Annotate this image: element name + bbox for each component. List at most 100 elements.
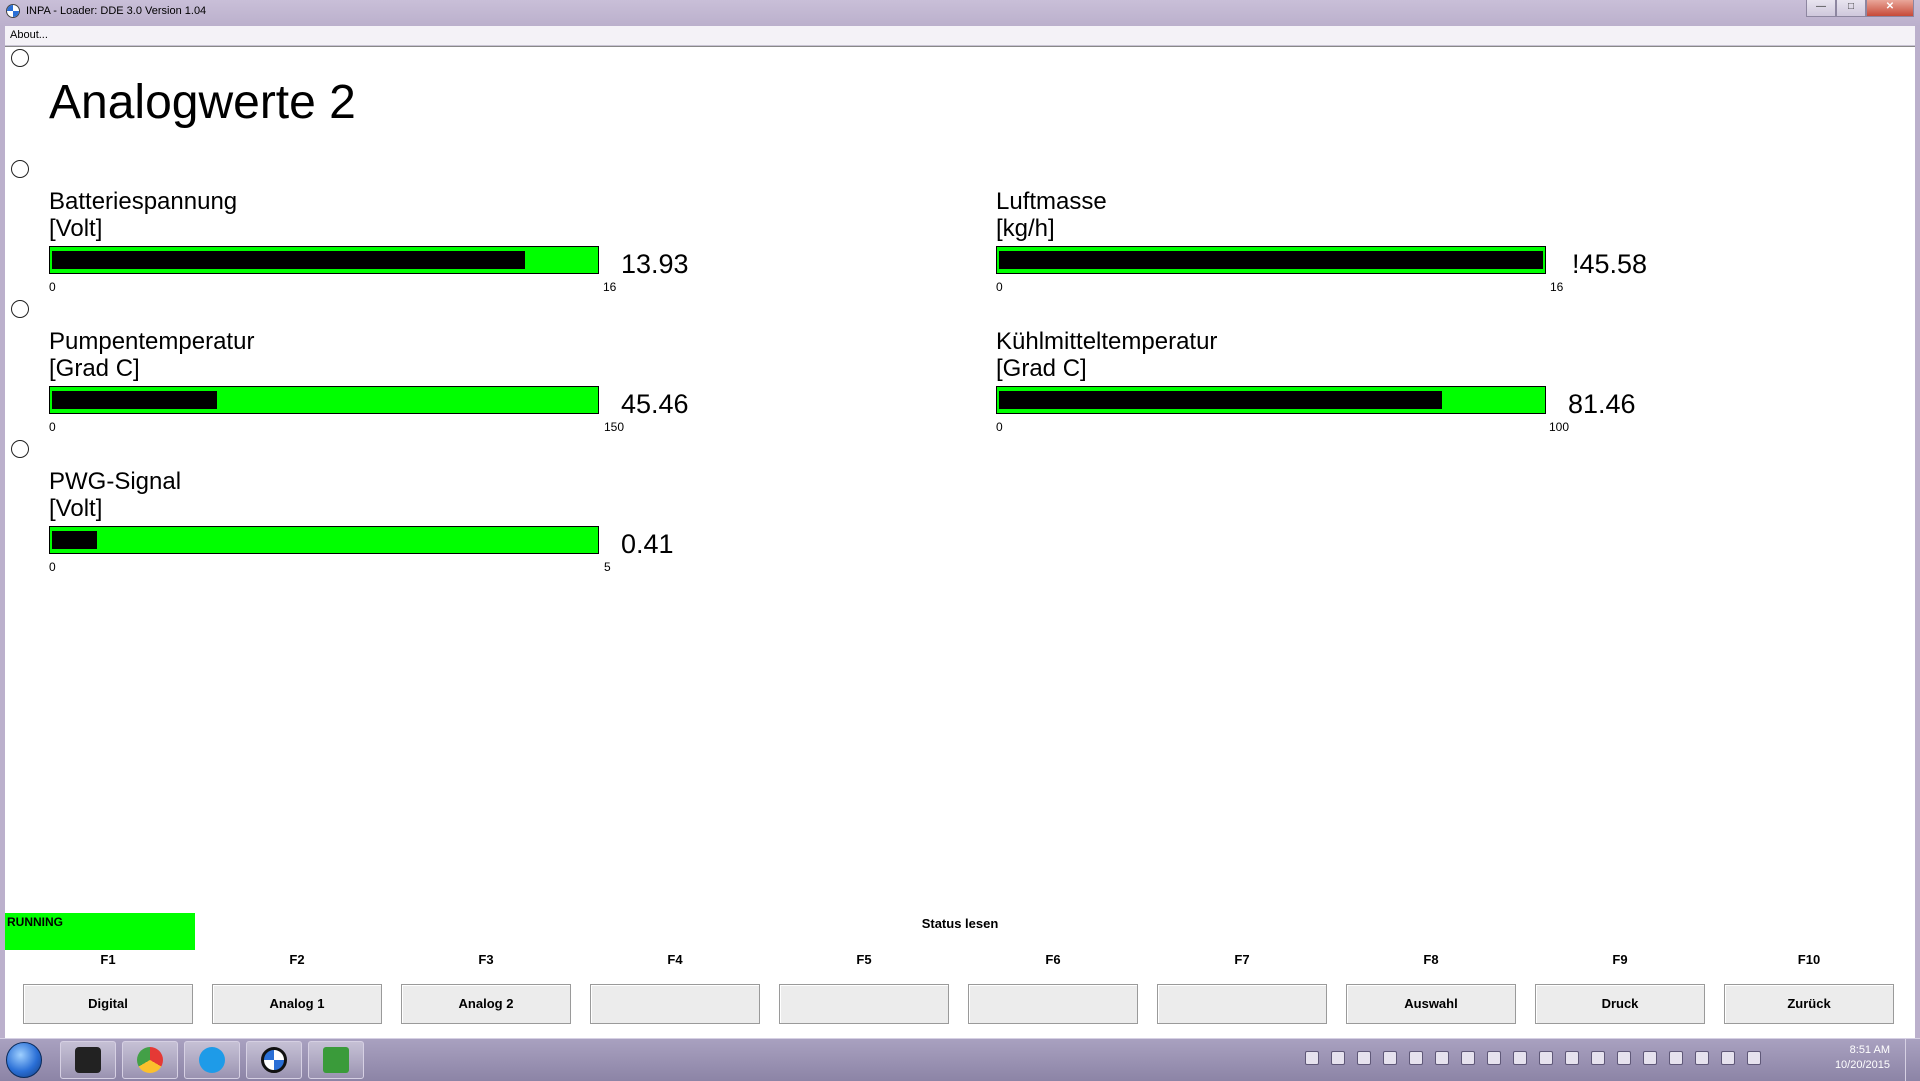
unity-logo-icon: [75, 1047, 101, 1073]
gauge-min: 0: [996, 280, 1003, 294]
gauge-value: 13.93: [621, 249, 689, 279]
gauge-value: 45.46: [621, 389, 689, 419]
tray-icon[interactable]: [1565, 1051, 1579, 1065]
bmw-icon[interactable]: [246, 1041, 302, 1079]
bmw-logo-icon: [261, 1047, 287, 1073]
volume-icon[interactable]: [1721, 1051, 1735, 1065]
minimize-button[interactable]: —: [1806, 0, 1836, 17]
gauge-kuehlmitteltemperatur: Kühlmitteltemperatur [Grad C] 81.46 0 10…: [996, 328, 1756, 448]
radio-button-4[interactable]: [11, 440, 29, 458]
menu-about[interactable]: About...: [10, 29, 48, 41]
gauge-fill: [52, 531, 97, 549]
tray-icon[interactable]: [1435, 1051, 1449, 1065]
radio-button-3[interactable]: [11, 300, 29, 318]
druck-button[interactable]: Druck: [1535, 984, 1705, 1024]
window-title: INPA - Loader: DDE 3.0 Version 1.04: [26, 5, 207, 17]
skype-icon[interactable]: [184, 1041, 240, 1079]
tray-icon[interactable]: [1617, 1051, 1631, 1065]
tray-icon[interactable]: [1513, 1051, 1527, 1065]
gauge-bar: [49, 526, 599, 554]
gauge-max: 16: [603, 280, 617, 294]
gauge-batteriespannung: Batteriespannung [Volt] 13.93 0 16: [49, 188, 809, 308]
fkey-label-f3: F3: [478, 952, 494, 967]
main-content: Analogwerte 2 Batteriespannung [Volt] 13…: [5, 46, 1915, 914]
clock-date[interactable]: 10/20/2015: [1835, 1059, 1890, 1071]
bmw-app-icon: [6, 4, 20, 18]
gauge-label: Luftmasse: [996, 188, 1107, 215]
fkey-label-f1: F1: [100, 952, 116, 967]
gauge-unit: [Volt]: [49, 215, 103, 242]
gauge-pumpentemperatur: Pumpentemperatur [Grad C] 45.46 0 150: [49, 328, 809, 448]
gauge-fill: [52, 251, 525, 269]
gauge-luftmasse: Luftmasse [kg/h] !45.58 0 16: [996, 188, 1756, 308]
fkey-label-f7: F7: [1234, 952, 1250, 967]
taskbar: 8:51 AM 10/20/2015: [0, 1038, 1920, 1081]
f4-button[interactable]: [590, 984, 760, 1024]
gauge-max: 100: [1549, 420, 1570, 434]
e-app-icon[interactable]: [308, 1041, 364, 1079]
network-icon[interactable]: [1747, 1051, 1761, 1065]
tray-icon[interactable]: [1357, 1051, 1371, 1065]
tray-icon[interactable]: [1487, 1051, 1501, 1065]
gauge-max: 5: [604, 560, 611, 574]
clock-time[interactable]: 8:51 AM: [1850, 1044, 1890, 1056]
tray-icon[interactable]: [1695, 1051, 1709, 1065]
menu-bar: About...: [5, 26, 1915, 46]
close-button[interactable]: ✕: [1866, 0, 1914, 17]
fkey-label-f8: F8: [1423, 952, 1439, 967]
tray-icon[interactable]: [1669, 1051, 1683, 1065]
title-bar: INPA - Loader: DDE 3.0 Version 1.04 — □ …: [0, 0, 1920, 26]
gauge-label: PWG-Signal: [49, 468, 182, 495]
analog-1-button[interactable]: Analog 1: [212, 984, 382, 1024]
tray-icon[interactable]: [1383, 1051, 1397, 1065]
auswahl-button[interactable]: Auswahl: [1346, 984, 1516, 1024]
fkey-label-f10: F10: [1797, 952, 1821, 967]
gauge-bar: [996, 246, 1546, 274]
gauge-min: 0: [49, 560, 56, 574]
f5-button[interactable]: [779, 984, 949, 1024]
e-app-logo-icon: [323, 1047, 349, 1073]
radio-button-2[interactable]: [11, 160, 29, 178]
gauge-label: Pumpentemperatur: [49, 328, 255, 355]
gauge-label: Kühlmitteltemperatur: [996, 328, 1218, 355]
tray-icon[interactable]: [1591, 1051, 1605, 1065]
gauge-unit: [kg/h]: [996, 215, 1055, 242]
gauge-fill: [999, 391, 1442, 409]
maximize-button[interactable]: □: [1836, 0, 1866, 17]
gauge-max: 16: [1550, 280, 1564, 294]
gauge-unit: [Grad C]: [996, 355, 1087, 382]
gauge-value: !45.58: [1572, 249, 1648, 279]
tray-icon[interactable]: [1331, 1051, 1345, 1065]
chrome-logo-icon: [137, 1047, 163, 1073]
gauge-unit: [Grad C]: [49, 355, 140, 382]
tray-icon[interactable]: [1305, 1051, 1319, 1065]
analog-2-button[interactable]: Analog 2: [401, 984, 571, 1024]
tray-icon[interactable]: [1643, 1051, 1657, 1065]
gauge-label: Batteriespannung: [49, 188, 238, 215]
digital-button[interactable]: Digital: [23, 984, 193, 1024]
tray-icon[interactable]: [1461, 1051, 1475, 1065]
tray-icon[interactable]: [1409, 1051, 1423, 1065]
unity-icon[interactable]: [60, 1041, 116, 1079]
gauge-max: 150: [604, 420, 625, 434]
fkey-label-f2: F2: [289, 952, 305, 967]
fkey-label-f9: F9: [1612, 952, 1628, 967]
f7-button[interactable]: [1157, 984, 1327, 1024]
status-title: Status lesen: [921, 916, 999, 931]
tray-icon[interactable]: [1539, 1051, 1553, 1065]
chrome-icon[interactable]: [122, 1041, 178, 1079]
gauge-min: 0: [49, 420, 56, 434]
gauge-bar: [996, 386, 1546, 414]
zurueck-button[interactable]: Zurück: [1724, 984, 1894, 1024]
show-desktop-button[interactable]: [1905, 1039, 1920, 1081]
gauge-bar: [49, 386, 599, 414]
fkey-label-f5: F5: [856, 952, 872, 967]
radio-button-1[interactable]: [11, 49, 29, 67]
gauge-value: 0.41: [621, 529, 674, 559]
gauge-bar: [49, 246, 599, 274]
start-button[interactable]: [6, 1042, 42, 1078]
gauge-fill: [999, 251, 1543, 269]
page-title: Analogwerte 2: [49, 76, 356, 129]
f6-button[interactable]: [968, 984, 1138, 1024]
skype-logo-icon: [199, 1047, 225, 1073]
